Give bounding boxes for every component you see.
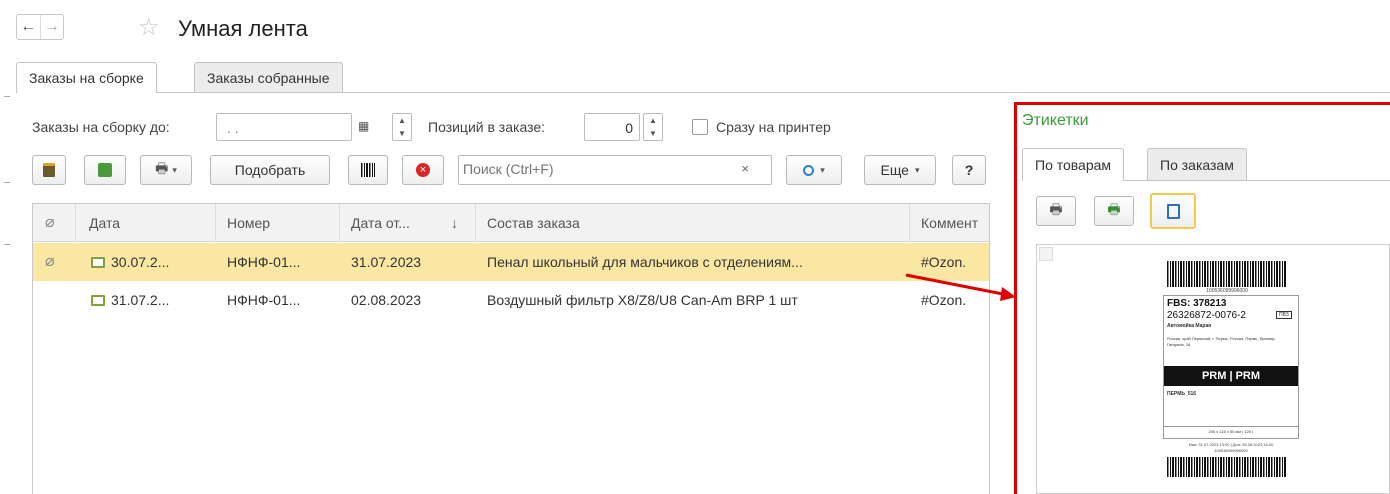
red-cancel-icon: × [416, 163, 430, 177]
calendar-icon[interactable]: ▦ [358, 119, 369, 133]
tab-by-orders[interactable]: По заказам [1147, 148, 1247, 181]
table-row[interactable]: 31.07.2... НФНФ-01... 02.08.2023 Воздушн… [33, 281, 989, 319]
sticker-name: Автомойка Марая [1167, 323, 1212, 329]
load-button[interactable] [32, 155, 66, 185]
ship-date-cell: 02.08.2023 [351, 292, 422, 308]
tab-assembled[interactable]: Заказы собранные [194, 62, 343, 92]
splitter-mark [4, 244, 10, 245]
search-button[interactable]: ▾ [786, 155, 842, 185]
number-cell: НФНФ-01... [227, 254, 301, 270]
paperclip-icon: ⌀ [45, 253, 55, 270]
content-cell: Воздушный фильтр X8/Z8/U8 Can-Am BRP 1 ш… [487, 292, 798, 308]
red-arrow-icon [905, 273, 1016, 301]
splitter-mark [4, 96, 10, 97]
tab-assembling[interactable]: Заказы на сборке [16, 62, 157, 93]
search-icon [803, 164, 815, 176]
document-icon [91, 257, 105, 268]
column-date[interactable]: Дата [89, 204, 209, 242]
more-button[interactable]: Еще ▾ [864, 155, 936, 185]
labels-title: Этикетки [1022, 112, 1089, 129]
orders-until-input[interactable]: . . [216, 113, 352, 141]
sticker-badge: ПВЗ [1276, 311, 1292, 319]
sticker-footer: Изм: 31.07.2023 13:00 | Доп: 26.08.2023 … [1188, 442, 1274, 447]
table-header: ⌀ Дата Номер Дата от... ↓ Состав заказа … [33, 204, 989, 242]
cancel-order-button[interactable]: × [402, 155, 444, 185]
splitter-mark [4, 182, 10, 183]
barcode-bottom [1167, 457, 1287, 477]
label-print-button[interactable]: 🖶 [1036, 196, 1076, 226]
printer-icon: 🖶 [1049, 201, 1063, 217]
print-now-label: Сразу на принтер [716, 119, 831, 135]
history-nav: ← → [16, 14, 64, 40]
more-label: Еще [880, 162, 909, 178]
page-title: Умная лента [178, 16, 308, 41]
clipboard-icon [43, 163, 55, 177]
column-content[interactable]: Состав заказа [487, 204, 907, 242]
tab-divider [16, 92, 1390, 93]
number-cell: НФНФ-01... [227, 292, 301, 308]
content-cell: Пенал школьный для мальчиков с отделения… [487, 254, 803, 270]
barcode-button[interactable] [348, 155, 388, 185]
chevron-down-icon: ▾ [172, 164, 177, 175]
green-export-icon [98, 163, 112, 177]
barcode-icon [361, 163, 375, 177]
search-box[interactable]: × [458, 155, 772, 185]
favorite-star-icon[interactable]: ☆ [138, 13, 160, 42]
search-input[interactable] [463, 156, 733, 182]
barcode-top [1167, 261, 1287, 287]
positions-stepper[interactable]: ▲ ▼ [643, 113, 663, 141]
label-print-setup-button[interactable]: 🖶 [1094, 196, 1134, 226]
sticker-route: PRM | PRM [1164, 366, 1298, 386]
document-icon [91, 295, 105, 306]
preview-corner [1039, 247, 1053, 261]
column-number[interactable]: Номер [227, 204, 337, 242]
printer-icon: 🖶 [155, 160, 169, 176]
clear-search-icon[interactable]: × [741, 161, 749, 176]
positions-label: Позиций в заказе: [428, 119, 546, 135]
printer-check-icon: 🖶 [1107, 201, 1121, 217]
date-cell: 30.07.2... [91, 243, 211, 281]
chevron-down-icon: ▾ [914, 164, 920, 175]
pick-button[interactable]: Подобрать [210, 155, 330, 185]
date-stepper[interactable]: ▲ ▼ [392, 113, 412, 141]
sticker-order: 26326872-0076-2 [1167, 310, 1246, 321]
ship-date-cell: 31.07.2023 [351, 254, 422, 270]
label-preview: 100536099996000 FBS: 378213 26326872-007… [1036, 244, 1390, 494]
orders-table: ⌀ Дата Номер Дата от... ↓ Состав заказа … [32, 203, 990, 494]
column-ship-date[interactable]: Дата от... [351, 204, 441, 242]
sticker-body: FBS: 378213 26326872-0076-2 ПВЗ Автомойк… [1163, 295, 1299, 439]
chevron-down-icon: ▾ [820, 164, 825, 175]
forward-button[interactable]: → [41, 15, 64, 39]
back-button[interactable]: ← [17, 15, 41, 39]
print-now-checkbox[interactable] [692, 119, 708, 135]
print-dropdown-button[interactable]: 🖶 ▾ [140, 155, 192, 185]
barcode-top-number: 100536099996000 [1206, 288, 1248, 294]
barcode-bottom-number: 100536099996000 [1214, 448, 1248, 453]
sticker-point: ПЕРМЬ_516 [1167, 391, 1197, 397]
sort-arrow-icon: ↓ [451, 215, 458, 231]
column-comment[interactable]: Коммент [921, 204, 989, 242]
preview-icon [1166, 203, 1180, 219]
positions-input[interactable]: 0 [584, 113, 640, 141]
help-button[interactable]: ? [952, 155, 986, 185]
export-button[interactable] [84, 155, 126, 185]
label-preview-button[interactable] [1150, 193, 1196, 229]
table-row[interactable]: ⌀ 30.07.2... НФНФ-01... 31.07.2023 Пенал… [33, 243, 989, 281]
paperclip-icon: ⌀ [45, 214, 55, 231]
date-cell: 31.07.2... [91, 281, 211, 319]
orders-until-label: Заказы на сборку до: [32, 119, 170, 135]
tab-by-products[interactable]: По товарам [1022, 148, 1125, 181]
sticker-dims: 200 x 115 x 50 мм | 120 г [1164, 426, 1298, 434]
sticker-address: Россия, край Пермский, г. Пермь, Россия,… [1167, 336, 1275, 347]
sticker-fbs: FBS: 378213 [1167, 298, 1227, 309]
